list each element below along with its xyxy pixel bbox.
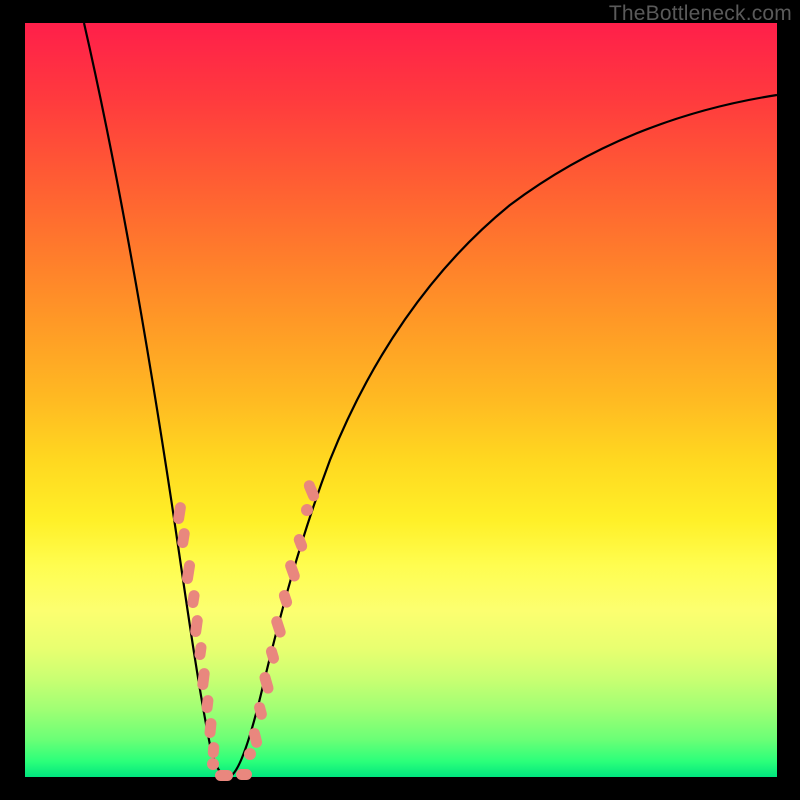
chart-frame: TheBottleneck.com — [0, 0, 800, 800]
curve-right-branch — [232, 95, 777, 775]
curve-left-branch — [84, 23, 224, 775]
beads-left — [172, 501, 219, 770]
curve-layer — [0, 0, 800, 800]
